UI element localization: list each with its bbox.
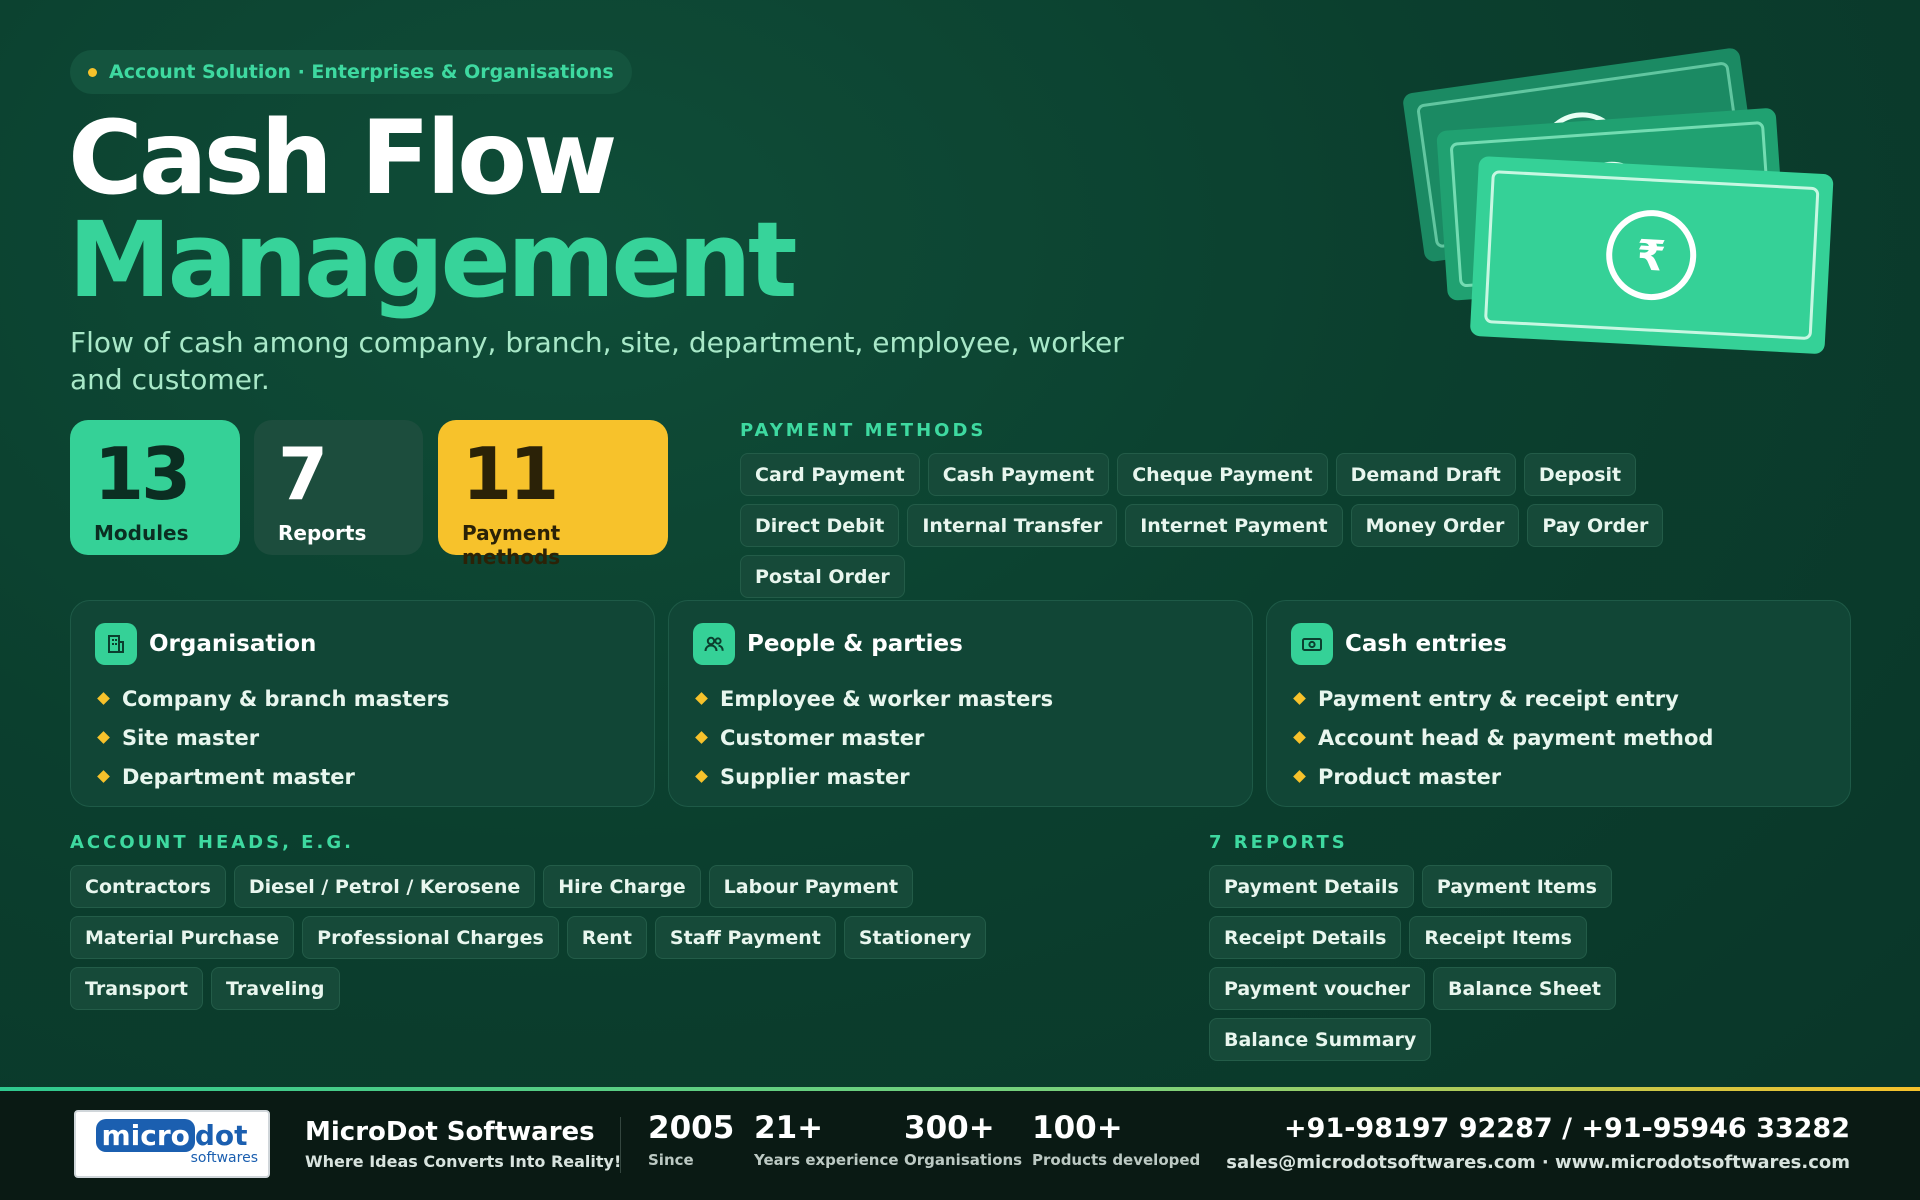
card-title: People & parties <box>747 631 963 657</box>
account-head-chip: Contractors <box>70 865 226 908</box>
card-title: Cash entries <box>1345 631 1507 657</box>
stat-value: 11 <box>462 432 559 516</box>
payment-method-chip: Pay Order <box>1527 504 1664 547</box>
logo-text-dot: dot <box>194 1119 248 1152</box>
payment-methods-label: PAYMENT METHODS <box>740 420 987 441</box>
card-cash-entries: Cash entries Payment entry & receipt ent… <box>1266 600 1851 807</box>
payment-method-chip: Money Order <box>1350 504 1520 547</box>
payment-method-chip: Demand Draft <box>1335 453 1516 496</box>
bullet-icon <box>1293 731 1306 744</box>
footer-divider <box>620 1117 621 1173</box>
company-tagline: Where Ideas Converts Into Reality! <box>305 1152 622 1171</box>
card-title: Organisation <box>149 631 317 657</box>
card-list-item: Product master <box>1291 757 1826 796</box>
cash-icon <box>1291 623 1333 665</box>
account-head-chip: Stationery <box>843 916 987 959</box>
subtitle: Flow of cash among company, branch, site… <box>70 326 1124 396</box>
building-icon <box>95 623 137 665</box>
report-chip: Balance Sheet <box>1432 967 1616 1010</box>
logo-text-micro: micro <box>96 1119 195 1152</box>
bullet-icon <box>695 731 708 744</box>
footer-stat: 100+ Products developed <box>1032 1110 1201 1170</box>
category-badge: Account Solution · Enterprises & Organis… <box>70 50 632 94</box>
payment-method-chip: Deposit <box>1523 453 1637 496</box>
card-list-item: Customer master <box>693 718 1228 757</box>
account-head-chip: Staff Payment <box>654 916 836 959</box>
account-head-chip: Rent <box>566 916 647 959</box>
footer-stat: 21+ Years experience <box>754 1110 899 1170</box>
bullet-icon <box>1293 692 1306 705</box>
account-heads-section: ACCOUNT HEADS, E.G. Contractors Diesel /… <box>70 832 1030 1010</box>
title-line-1: Cash Flow <box>68 99 617 218</box>
account-head-chip: Professional Charges <box>302 916 559 959</box>
report-chip: Receipt Details <box>1209 916 1402 959</box>
bullet-icon <box>1293 770 1306 783</box>
payment-method-chip: Postal Order <box>740 555 905 598</box>
badge-dot <box>88 67 97 77</box>
stat-value: 7 <box>278 432 328 516</box>
account-heads-label: ACCOUNT HEADS, E.G. <box>70 832 354 853</box>
bullet-icon <box>695 770 708 783</box>
account-head-chip: Transport <box>70 967 204 1010</box>
payment-method-chip: Internal Transfer <box>907 504 1118 547</box>
card-people-parties: People & parties Employee & worker maste… <box>668 600 1253 807</box>
card-list-item: Company & branch masters <box>95 679 630 718</box>
stat-label: Modules <box>94 520 189 545</box>
reports-label: 7 REPORTS <box>1209 832 1348 853</box>
contact-email-website: sales@microdotsoftwares.com · www.microd… <box>1226 1152 1850 1173</box>
stat-label: Payment methods <box>462 520 561 569</box>
stat-value: 13 <box>94 432 191 516</box>
logo-text-softwares: softwares <box>190 1150 258 1166</box>
card-list-item: Payment entry & receipt entry <box>1291 679 1826 718</box>
account-head-chip: Traveling <box>211 967 340 1010</box>
banknotes-illustration: ₹ <box>1403 48 1834 354</box>
stat-tile-payment-methods: 11 Payment methods <box>438 420 668 569</box>
payment-method-chip: Cheque Payment <box>1117 453 1328 496</box>
footer-stat: 300+ Organisations <box>904 1110 1023 1170</box>
title-line-2: Management <box>68 199 798 321</box>
report-chip: Balance Summary <box>1209 1018 1432 1061</box>
report-chip: Payment Items <box>1421 865 1612 908</box>
contact-phone: +91-98197 92287 / +91-95946 33282 <box>1284 1113 1850 1144</box>
payment-method-chip: Internet Payment <box>1125 504 1343 547</box>
company-name: MicroDot Softwares <box>305 1117 595 1147</box>
card-organisation: Organisation Company & branch masters Si… <box>70 600 655 807</box>
bullet-icon <box>97 692 110 705</box>
report-chip: Receipt Items <box>1409 916 1587 959</box>
payment-method-chip: Cash Payment <box>927 453 1110 496</box>
company-logo: micro dot softwares <box>74 1110 270 1178</box>
rupee-symbol: ₹ <box>1635 230 1667 280</box>
account-head-chip: Labour Payment <box>708 865 914 908</box>
account-head-chip: Hire Charge <box>543 865 701 908</box>
bullet-icon <box>695 692 708 705</box>
badge-text: Account Solution · Enterprises & Organis… <box>109 61 614 83</box>
bullet-icon <box>97 731 110 744</box>
report-chip: Payment voucher <box>1209 967 1425 1010</box>
bullet-icon <box>97 770 110 783</box>
account-head-chip: Diesel / Petrol / Kerosene <box>233 865 536 908</box>
account-head-chip: Material Purchase <box>70 916 295 959</box>
footer-stat: 2005 Since <box>648 1110 735 1170</box>
report-chip: Payment Details <box>1209 865 1414 908</box>
card-list-item: Employee & worker masters <box>693 679 1228 718</box>
card-list-item: Supplier master <box>693 757 1228 796</box>
stat-tile-modules: 13 Modules <box>70 420 240 555</box>
reports-section: 7 REPORTS Payment Details Payment Items … <box>1209 832 1769 1061</box>
card-list-item: Account head & payment method <box>1291 718 1826 757</box>
people-icon <box>693 623 735 665</box>
card-list-item: Site master <box>95 718 630 757</box>
stat-tile-reports: 7 Reports <box>254 420 423 555</box>
payment-methods-section: PAYMENT METHODS Card Payment Cash Paymen… <box>740 420 1700 598</box>
stat-label: Reports <box>278 520 367 545</box>
payment-method-chip: Direct Debit <box>740 504 900 547</box>
card-list-item: Department master <box>95 757 630 796</box>
payment-method-chip: Card Payment <box>740 453 920 496</box>
